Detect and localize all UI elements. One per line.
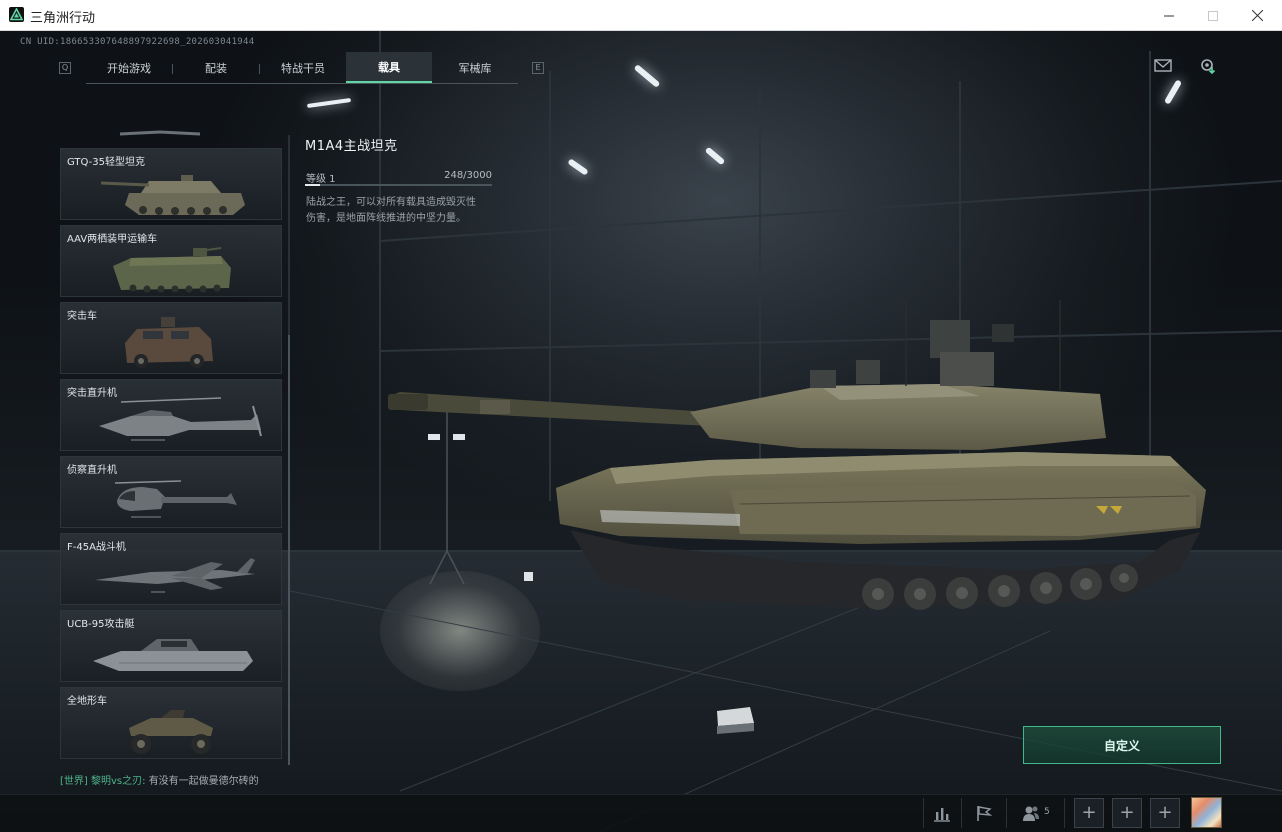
atv-image xyxy=(129,710,213,754)
selected-vehicle-title: M1A4主战坦克 xyxy=(305,139,398,154)
vehicle-card-atv[interactable]: 全地形车 xyxy=(60,687,282,759)
list-scroll-hint xyxy=(119,130,201,136)
bar-chart-icon xyxy=(934,808,950,822)
bottom-divider xyxy=(1006,798,1007,828)
vehicle-card-attack-helicopter[interactable]: 突击直升机 xyxy=(60,379,282,451)
world-chat-line[interactable]: [世界] 黎明vs之刃: 有没有一起做曼德尔砖的 xyxy=(60,772,259,787)
nav-next-key[interactable]: E xyxy=(532,62,544,74)
window-titlebar: 三角洲行动 xyxy=(0,0,1282,31)
minimize-button[interactable] xyxy=(1146,0,1192,31)
bottom-divider xyxy=(961,798,962,828)
vehicle-card-scout-helicopter[interactable]: 侦察直升机 xyxy=(60,456,282,528)
chat-message: 有没有一起做曼德尔砖的 xyxy=(148,776,259,787)
scout-helicopter-image xyxy=(114,480,237,518)
maximize-icon xyxy=(1208,10,1218,21)
app-logo-icon xyxy=(9,7,24,22)
assault-vehicle-image xyxy=(125,317,213,368)
bottom-divider xyxy=(923,798,924,828)
chat-channel: [世界] xyxy=(60,776,88,787)
vehicle-xp-fill xyxy=(305,184,321,186)
main-nav: 开始游戏 配装 特战干员 载具 军械库 xyxy=(86,52,518,84)
nav-next-key-label: E xyxy=(535,63,541,72)
flag-icon xyxy=(977,806,993,821)
add-teammate-slot-2[interactable]: + xyxy=(1112,798,1142,828)
game-client: 三角洲行动 CN UID:186653307648897922698_20260… xyxy=(0,0,1282,832)
settings-download-icon xyxy=(1201,59,1216,75)
vehicle-card-assault-vehicle[interactable]: 突击车 xyxy=(60,302,282,374)
vehicle-card-ucb95[interactable]: UCB-95攻击艇 xyxy=(60,610,282,682)
window-title: 三角洲行动 xyxy=(30,11,96,26)
maximize-button[interactable] xyxy=(1190,0,1236,31)
player-uid: CN UID:186653307648897922698_20260304194… xyxy=(20,37,255,47)
player-avatar[interactable] xyxy=(1191,797,1222,828)
close-button[interactable] xyxy=(1234,0,1280,31)
amphibious-apc-image xyxy=(113,247,231,293)
vehicle-description: 陆战之王，可以对所有载具造成毁灭性伤害，是地面阵线推进的中坚力量。 xyxy=(306,197,476,224)
attack-boat-image xyxy=(93,639,253,671)
tab-loadout[interactable]: 配装 xyxy=(173,52,259,83)
bottom-divider xyxy=(1064,798,1065,828)
friends-button[interactable] xyxy=(1022,804,1040,822)
minimize-icon xyxy=(1164,15,1174,16)
customize-button[interactable]: 自定义 xyxy=(1023,726,1221,764)
stats-button[interactable] xyxy=(933,804,951,822)
flag-button[interactable] xyxy=(975,804,993,822)
add-teammate-slot-3[interactable]: + xyxy=(1150,798,1180,828)
vehicle-card-gtq35[interactable]: GTQ-35轻型坦克 xyxy=(60,148,282,220)
friends-icon xyxy=(1023,806,1039,821)
vehicle-level-label: 等级 1 xyxy=(306,174,336,185)
chat-sender: 黎明vs之刃: xyxy=(91,776,146,787)
vehicle-card-aav[interactable]: AAV两栖装甲运输车 xyxy=(60,225,282,297)
tab-operators[interactable]: 特战干员 xyxy=(260,52,346,83)
tab-start-game[interactable]: 开始游戏 xyxy=(86,52,172,83)
attack-helicopter-image xyxy=(99,397,262,441)
close-icon xyxy=(1251,10,1263,21)
settings-download-button[interactable] xyxy=(1199,57,1217,75)
vehicle-xp-bar xyxy=(305,184,492,186)
tab-vehicles[interactable]: 载具 xyxy=(346,52,432,83)
vehicle-card-f45a[interactable]: F-45A战斗机 xyxy=(60,533,282,605)
mail-icon xyxy=(1154,59,1172,72)
fighter-jet-image xyxy=(95,558,255,593)
light-tank-image xyxy=(100,175,245,215)
mail-button[interactable] xyxy=(1154,57,1172,73)
vehicle-list-scroll-thumb[interactable] xyxy=(288,335,290,765)
nav-prev-key-label: Q xyxy=(61,63,69,72)
vehicle-xp-value: 248/3000 xyxy=(444,170,492,181)
tab-armory[interactable]: 军械库 xyxy=(432,52,518,83)
add-teammate-slot-1[interactable]: + xyxy=(1074,798,1104,828)
friends-count: 5 xyxy=(1044,807,1050,817)
nav-prev-key[interactable]: Q xyxy=(59,62,71,74)
main-battle-tank-model xyxy=(388,300,1206,610)
